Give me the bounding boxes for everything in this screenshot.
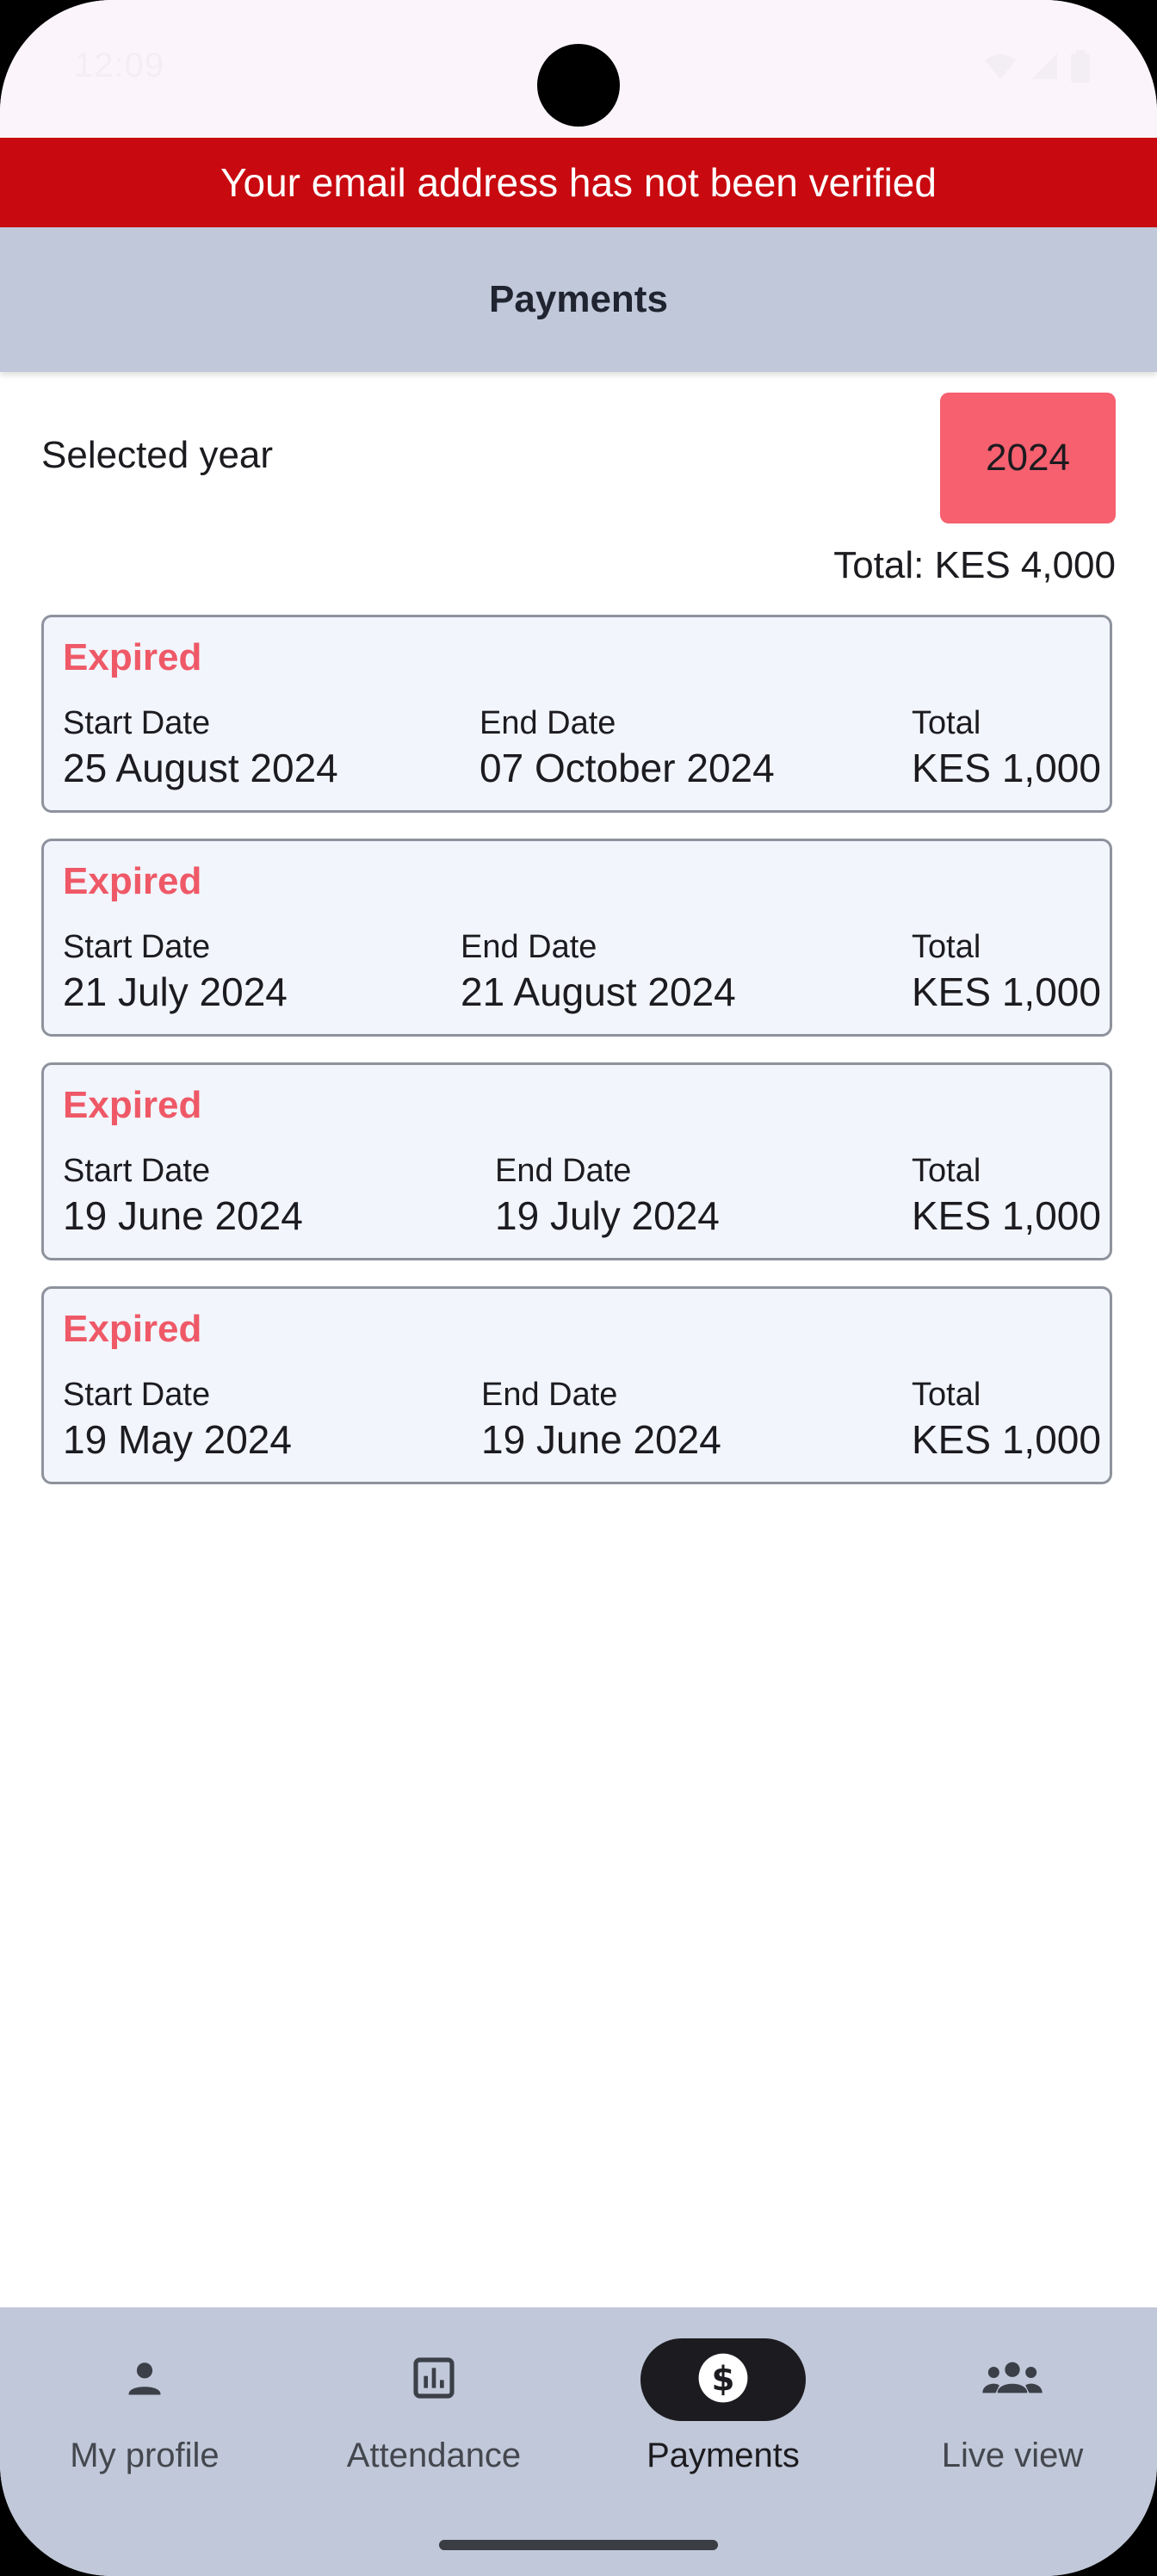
- app-bar: Payments: [0, 227, 1157, 372]
- bar-chart-icon: [410, 2354, 458, 2406]
- payment-card[interactable]: Expired Start Date 19 June 2024 End Date…: [41, 1062, 1112, 1260]
- end-date-value: 21 August 2024: [461, 969, 736, 1014]
- nav-label: Attendance: [346, 2437, 522, 2474]
- end-date-column: End Date 19 June 2024: [481, 1375, 721, 1464]
- nav-icon-container: [62, 2338, 227, 2421]
- phone-screen: 12:09 Your email address has not been ve…: [0, 0, 1157, 2576]
- start-date-label: Start Date: [63, 929, 211, 965]
- year-selector-row: Selected year 2024: [41, 393, 1116, 523]
- front-camera: [537, 44, 620, 127]
- total-summary: Total: KES 4,000: [833, 544, 1116, 586]
- start-date-value: 19 May 2024: [63, 1417, 292, 1462]
- end-date-value: 07 October 2024: [480, 746, 775, 790]
- payment-status: Expired: [63, 860, 202, 902]
- end-date-value: 19 July 2024: [495, 1193, 720, 1238]
- payment-status: Expired: [63, 1308, 202, 1350]
- start-date-value: 25 August 2024: [63, 746, 338, 790]
- total-value: KES 1,000: [912, 1193, 1101, 1238]
- battery-icon: [1071, 50, 1090, 83]
- bottom-navigation: My profile Attendance $ Payments Live vi…: [0, 2307, 1157, 2576]
- year-select-button[interactable]: 2024: [940, 393, 1116, 523]
- total-value: KES 1,000: [912, 1417, 1101, 1462]
- total-column: Total KES 1,000: [912, 927, 1101, 1017]
- nav-icon-container: [351, 2338, 517, 2421]
- nav-item-payments[interactable]: $ Payments: [578, 2338, 868, 2493]
- end-date-column: End Date 07 October 2024: [480, 703, 775, 793]
- person-icon: [122, 2356, 167, 2405]
- total-column: Total KES 1,000: [912, 703, 1101, 793]
- email-unverified-banner[interactable]: Your email address has not been verified: [0, 138, 1157, 227]
- payment-status: Expired: [63, 636, 202, 678]
- nav-item-live-view[interactable]: Live view: [868, 2338, 1157, 2493]
- wifi-icon: [983, 52, 1018, 81]
- total-column: Total KES 1,000: [912, 1375, 1101, 1464]
- status-time: 12:09: [74, 46, 165, 84]
- start-date-label: Start Date: [63, 1377, 211, 1413]
- end-date-label: End Date: [461, 929, 597, 965]
- end-date-label: End Date: [495, 1153, 632, 1189]
- start-date-value: 21 July 2024: [63, 969, 288, 1014]
- group-icon: [981, 2356, 1044, 2405]
- nav-label: Live view: [941, 2437, 1084, 2474]
- payments-list: Expired Start Date 25 August 2024 End Da…: [41, 615, 1116, 1510]
- total-value: KES 1,000: [912, 969, 1101, 1014]
- start-date-column: Start Date 21 July 2024: [63, 927, 288, 1017]
- home-indicator[interactable]: [439, 2540, 718, 2550]
- total-label: Total: [912, 929, 981, 965]
- signal-icon: [1030, 52, 1059, 81]
- svg-text:$: $: [712, 2360, 735, 2399]
- nav-icon-container-active: $: [640, 2338, 806, 2421]
- nav-label: Payments: [647, 2437, 800, 2474]
- payment-card[interactable]: Expired Start Date 21 July 2024 End Date…: [41, 839, 1112, 1037]
- start-date-column: Start Date 19 May 2024: [63, 1375, 292, 1464]
- page-title: Payments: [489, 278, 668, 320]
- nav-icon-container: [930, 2338, 1095, 2421]
- dollar-icon: $: [696, 2351, 750, 2409]
- start-date-label: Start Date: [63, 1153, 211, 1189]
- start-date-column: Start Date 19 June 2024: [63, 1151, 303, 1241]
- total-label: Total: [912, 705, 981, 741]
- status-icons: [983, 50, 1090, 83]
- end-date-value: 19 June 2024: [481, 1417, 721, 1462]
- start-date-value: 19 June 2024: [63, 1193, 303, 1238]
- end-date-label: End Date: [481, 1377, 618, 1413]
- total-value: KES 1,000: [912, 746, 1101, 790]
- start-date-column: Start Date 25 August 2024: [63, 703, 338, 793]
- nav-item-my-profile[interactable]: My profile: [0, 2338, 289, 2493]
- status-bar: 12:09: [0, 0, 1157, 138]
- selected-year-label: Selected year: [41, 434, 274, 476]
- end-date-label: End Date: [480, 705, 616, 741]
- end-date-column: End Date 21 August 2024: [461, 927, 736, 1017]
- total-label: Total: [912, 1377, 981, 1413]
- nav-item-attendance[interactable]: Attendance: [289, 2338, 578, 2493]
- total-column: Total KES 1,000: [912, 1151, 1101, 1241]
- end-date-column: End Date 19 July 2024: [495, 1151, 720, 1241]
- payment-card[interactable]: Expired Start Date 25 August 2024 End Da…: [41, 615, 1112, 813]
- payment-card[interactable]: Expired Start Date 19 May 2024 End Date …: [41, 1286, 1112, 1484]
- total-label: Total: [912, 1153, 981, 1189]
- start-date-label: Start Date: [63, 705, 211, 741]
- nav-label: My profile: [70, 2437, 220, 2474]
- payment-status: Expired: [63, 1084, 202, 1126]
